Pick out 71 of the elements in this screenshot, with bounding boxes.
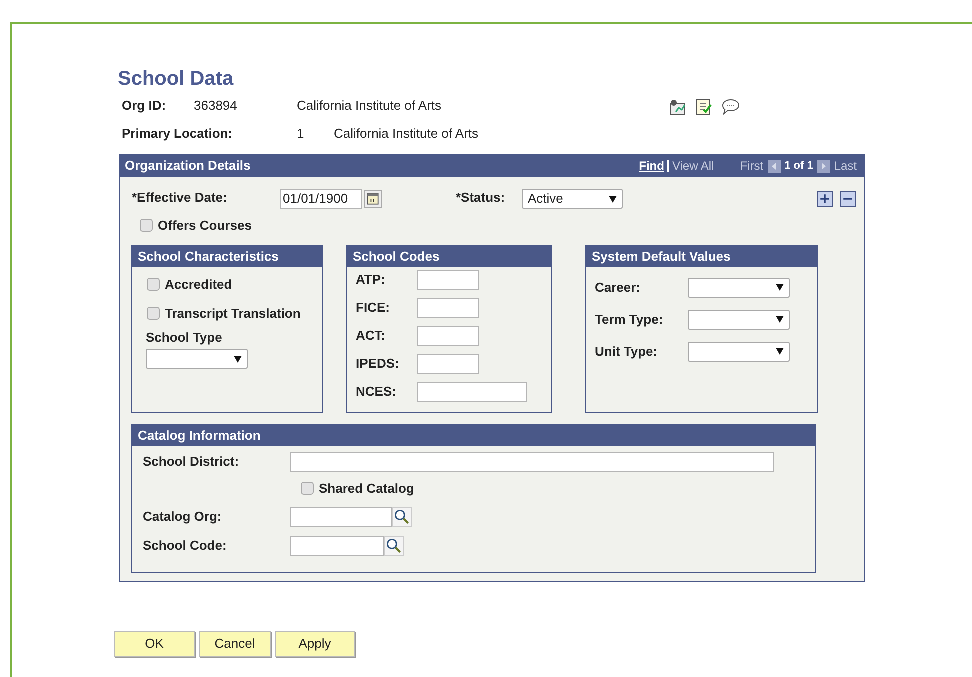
field-label: *Effective Date: xyxy=(132,189,228,207)
input-field[interactable] xyxy=(417,354,479,374)
input-field[interactable] xyxy=(290,452,774,472)
field-label: Career: xyxy=(595,278,642,297)
panel-header: System Default Values xyxy=(586,246,817,266)
input-field[interactable] xyxy=(290,507,392,527)
field-label: Catalog Org: xyxy=(143,508,223,526)
checkbox[interactable] xyxy=(140,219,153,232)
checkbox-label: Accredited xyxy=(165,276,232,294)
input-field[interactable] xyxy=(417,382,527,402)
dropdown[interactable] xyxy=(688,342,790,362)
action-button[interactable]: Cancel xyxy=(199,631,271,657)
dropdown[interactable] xyxy=(688,278,790,298)
panel-header: School Codes xyxy=(347,246,551,266)
last-link[interactable]: Last xyxy=(834,157,857,175)
previous-icon[interactable] xyxy=(768,160,781,172)
input-field[interactable]: 01/01/1900 xyxy=(280,189,362,209)
checkbox-label: Offers Courses xyxy=(158,217,252,235)
field-label: Term Type: xyxy=(595,310,664,329)
field-label: ACT: xyxy=(356,326,387,345)
caret-icon xyxy=(776,348,784,355)
field-value: 1 xyxy=(297,125,306,144)
panel-header: Catalog Information xyxy=(132,424,815,446)
checklist-icon[interactable] xyxy=(696,98,712,116)
find-link[interactable]: Find xyxy=(639,157,664,175)
field-label: NCES: xyxy=(356,382,398,401)
search-icon[interactable] xyxy=(392,507,412,527)
field-label: School District: xyxy=(143,452,240,471)
field-label: School Type xyxy=(146,328,224,347)
caret-icon xyxy=(234,356,242,362)
field-value: California Institute of Arts xyxy=(334,125,479,144)
action-button[interactable]: OK xyxy=(114,631,195,657)
field-label: ATP: xyxy=(356,270,386,289)
caret-icon xyxy=(776,284,784,291)
dropdown[interactable] xyxy=(688,310,790,330)
caret-icon xyxy=(776,316,784,323)
input-field[interactable] xyxy=(417,270,479,290)
field-label: School Code: xyxy=(143,537,228,556)
caret-icon xyxy=(609,196,617,202)
checkbox[interactable] xyxy=(147,278,160,291)
checkbox-label: Transcript Translation xyxy=(165,305,301,323)
field-label: IPEDS: xyxy=(356,354,400,373)
action-button[interactable]: Apply xyxy=(275,631,355,657)
search-icon[interactable] xyxy=(384,536,404,556)
field-value: California Institute of Arts xyxy=(297,97,442,116)
chat-bubble-icon[interactable] xyxy=(722,99,740,115)
next-icon[interactable] xyxy=(817,160,830,172)
field-label: Primary Location: xyxy=(122,125,234,144)
page-title: School Data xyxy=(118,67,235,92)
remove-icon[interactable] xyxy=(840,191,856,207)
person-chart-icon[interactable] xyxy=(668,98,686,116)
field-label: *Status: xyxy=(456,189,506,207)
first-link[interactable]: First xyxy=(740,157,764,175)
checkbox[interactable] xyxy=(147,307,160,320)
input-field[interactable] xyxy=(417,326,479,346)
calendar-icon[interactable] xyxy=(364,190,382,208)
add-icon[interactable] xyxy=(817,191,833,207)
field-label: FICE: xyxy=(356,298,391,317)
dropdown[interactable]: Active xyxy=(522,189,623,209)
dropdown[interactable] xyxy=(146,349,248,369)
checkbox[interactable] xyxy=(301,482,314,495)
field-label: Unit Type: xyxy=(595,342,659,361)
field-label: Org ID: xyxy=(122,97,168,116)
input-field[interactable] xyxy=(417,298,479,318)
panel-header: Organization Details xyxy=(125,157,251,176)
view-all-link[interactable]: View All xyxy=(672,157,714,175)
field-value: 363894 xyxy=(194,97,238,116)
record-count: 1 of 1 xyxy=(784,158,814,174)
input-field[interactable] xyxy=(290,536,384,556)
panel-header: School Characteristics xyxy=(132,246,322,266)
checkbox-label: Shared Catalog xyxy=(319,480,414,498)
